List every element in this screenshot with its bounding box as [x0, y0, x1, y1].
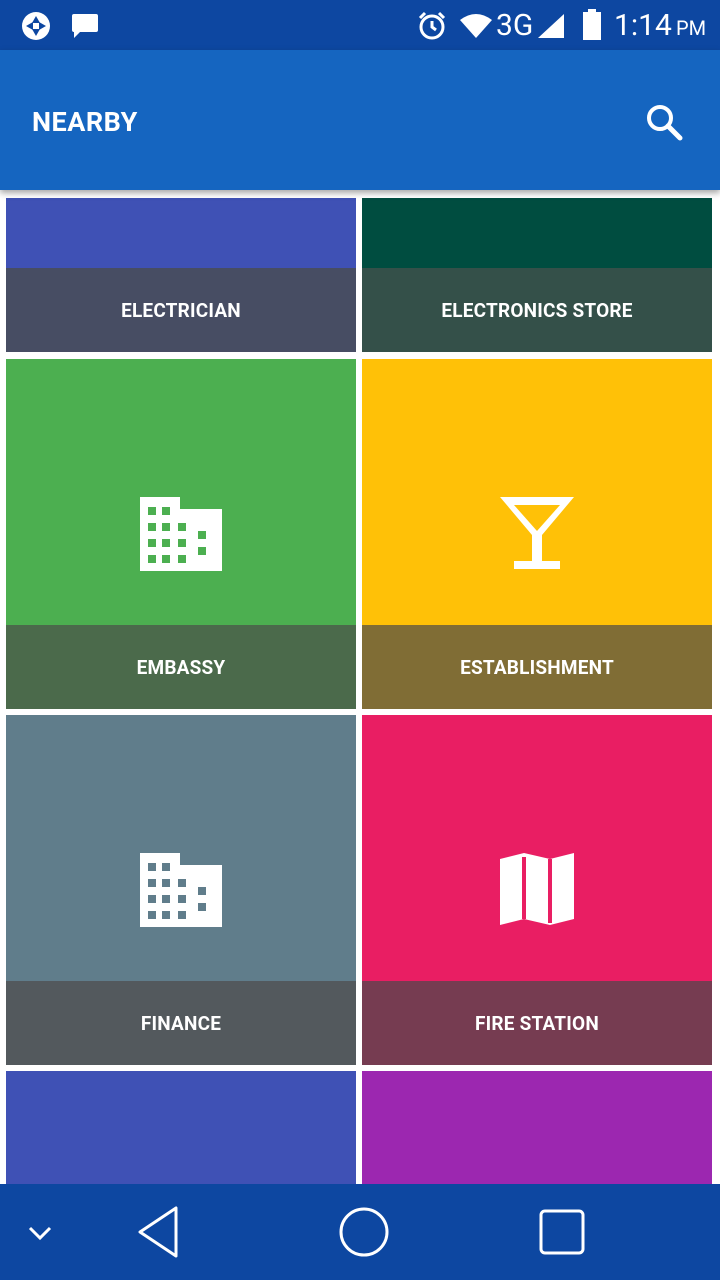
cell-signal-icon	[538, 14, 564, 38]
camera-shutter-icon	[22, 12, 50, 40]
tile-label: ELECTRICIAN	[6, 268, 356, 352]
tile-electrician[interactable]: ELECTRICIAN	[6, 190, 356, 352]
clock-ampm: PM	[676, 16, 707, 40]
tile-label: FINANCE	[6, 981, 356, 1065]
page-title: NEARBY	[32, 106, 138, 138]
tile-partial-right[interactable]	[362, 1071, 712, 1184]
alarm-icon	[418, 11, 446, 40]
tile-partial-left[interactable]	[6, 1071, 356, 1184]
status-bar: 3G 1:14 PM	[0, 0, 720, 50]
tile-label: ESTABLISHMENT	[362, 625, 712, 709]
cocktail-icon	[500, 497, 574, 569]
home-icon	[339, 1207, 389, 1257]
tile-establishment[interactable]: ESTABLISHMENT	[362, 359, 712, 709]
map-icon	[500, 190, 574, 198]
tile-fire-station[interactable]: FIRE STATION	[362, 715, 712, 1065]
home-button[interactable]	[336, 1204, 392, 1260]
collapse-icon	[28, 1226, 52, 1241]
message-icon	[72, 14, 98, 38]
clock-time: 1:14	[614, 8, 672, 43]
building-icon	[140, 853, 222, 927]
tile-label: EMBASSY	[6, 625, 356, 709]
recents-icon	[539, 1209, 585, 1255]
tile-finance[interactable]: FINANCE	[6, 715, 356, 1065]
battery-icon	[583, 9, 601, 40]
back-icon	[138, 1206, 178, 1258]
collapse-button[interactable]	[20, 1212, 60, 1252]
tile-embassy[interactable]: EMBASSY	[6, 359, 356, 709]
search-icon	[647, 105, 683, 141]
tile-label: FIRE STATION	[362, 981, 712, 1065]
network-type: 3G	[496, 8, 534, 43]
map-icon	[144, 190, 218, 198]
back-button[interactable]	[132, 1204, 188, 1260]
navigation-bar	[0, 1184, 720, 1280]
wifi-icon	[460, 14, 492, 38]
app-bar: NEARBY	[0, 50, 720, 190]
recents-button[interactable]	[536, 1206, 588, 1258]
building-icon	[140, 497, 222, 571]
tile-label: ELECTRONICS STORE	[362, 268, 712, 352]
search-button[interactable]	[640, 98, 688, 146]
tile-electronics-store[interactable]: ELECTRONICS STORE	[362, 190, 712, 352]
map-icon	[500, 853, 574, 925]
category-grid: ELECTRICIAN ELECTRONICS STORE EMBASSY ES…	[0, 190, 720, 1184]
